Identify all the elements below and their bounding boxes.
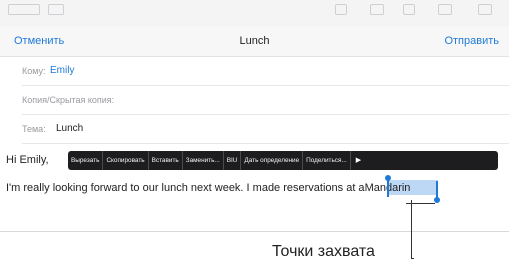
callout-label: Точки захвата	[272, 243, 375, 260]
trash-icon	[403, 4, 415, 15]
menu-item-cut[interactable]: Вырезать	[68, 151, 104, 170]
toolbar-icon	[48, 4, 64, 15]
mail-compose-window: Отменить Lunch Отправить Кому: Emily Коп…	[0, 0, 509, 232]
send-button[interactable]: Отправить	[444, 35, 499, 47]
cc-field-row[interactable]: Копия/Скрытая копия:	[22, 86, 509, 115]
menu-item-format[interactable]: BIU	[224, 151, 242, 170]
back-icon	[8, 4, 40, 15]
compose-icon	[478, 4, 492, 15]
menu-item-copy[interactable]: Скопировать	[103, 151, 149, 170]
callout-leader-line	[411, 200, 412, 259]
start-handle-bar[interactable]	[387, 179, 389, 197]
toolbar-faded	[0, 0, 509, 27]
body-text-line[interactable]: I'm really looking forward to our lunch …	[6, 182, 410, 194]
subject-label: Тема:	[22, 124, 46, 134]
menu-item-paste[interactable]: Вставить	[149, 151, 183, 170]
body-greeting[interactable]: Hi Emily,	[6, 154, 49, 166]
to-label: Кому:	[22, 66, 46, 76]
folder-icon	[335, 4, 347, 15]
edit-menu: Вырезать Скопировать Вставить Заменить..…	[68, 151, 498, 170]
menu-item-define[interactable]: Дать определение	[241, 151, 304, 170]
right-arrow-icon[interactable]: ▶	[351, 151, 366, 170]
menu-item-share[interactable]: Поделиться...	[303, 151, 351, 170]
cc-label: Копия/Скрытая копия:	[22, 95, 115, 105]
menu-item-replace[interactable]: Заменить...	[183, 151, 224, 170]
compose-header: Отменить Lunch Отправить	[0, 26, 509, 57]
subject-value[interactable]: Lunch	[56, 123, 83, 134]
reply-icon	[438, 4, 452, 15]
archive-icon	[370, 4, 384, 15]
to-field-row[interactable]: Кому: Emily	[22, 57, 509, 86]
body-text-before: I'm really looking forward to our lunch …	[6, 182, 365, 194]
callout-tick	[411, 258, 414, 259]
to-recipient[interactable]: Emily	[50, 65, 74, 76]
subject-field-row[interactable]: Тема: Lunch	[22, 115, 509, 144]
compose-title: Lunch	[239, 35, 270, 47]
